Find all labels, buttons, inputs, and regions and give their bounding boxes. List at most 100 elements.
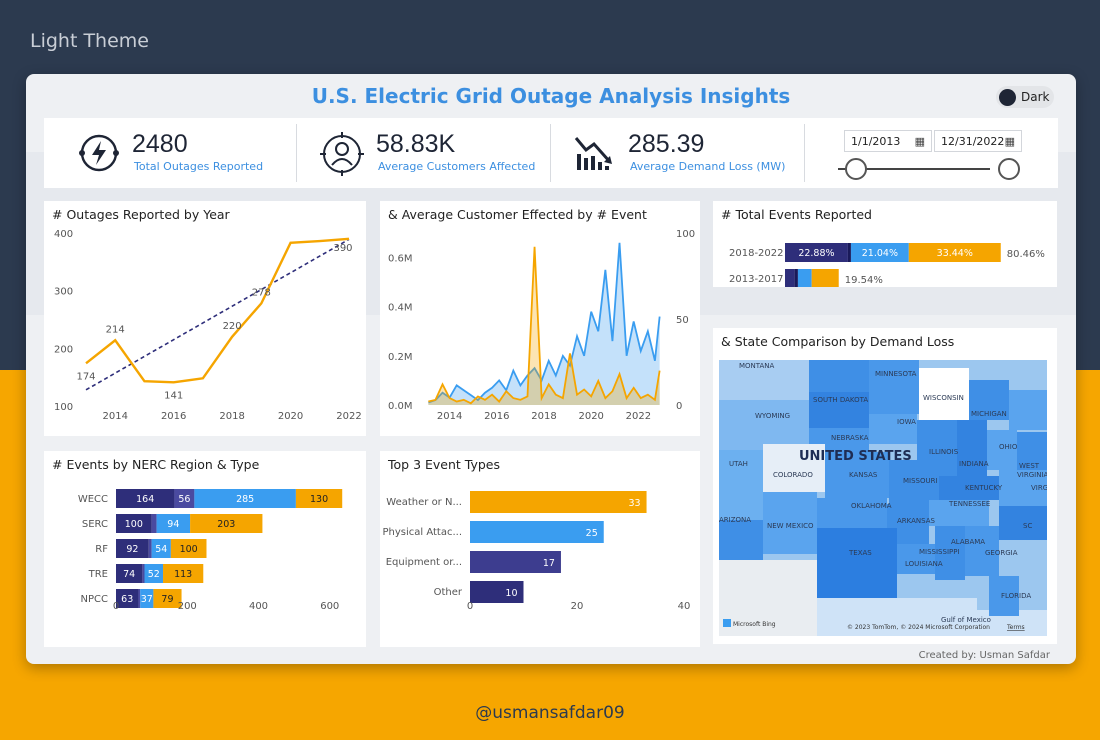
x-tick-label: 2014 — [437, 411, 462, 422]
avg-customer-panel: & Average Customer Effected by # Event 0… — [380, 201, 700, 436]
svg-text:OKLAHOMA: OKLAHOMA — [851, 502, 892, 510]
svg-text:VIRGINIA: VIRGINIA — [1017, 471, 1047, 479]
data-label: 278 — [252, 287, 271, 298]
y-tick-label: 100 — [54, 402, 73, 413]
kpi-value: 285.39 — [628, 130, 705, 158]
data-label: 141 — [164, 390, 183, 401]
x-tick-label: 2022 — [336, 411, 361, 422]
us-map-svg: MONTANA MINNESOTA WISCONSIN MICHIGAN SOU… — [719, 360, 1049, 636]
data-label: 33 — [628, 498, 640, 509]
svg-text:TEXAS: TEXAS — [848, 549, 872, 557]
x-tick-label: 600 — [320, 601, 339, 612]
kpi-value: 2480 — [132, 130, 188, 158]
x-tick-label: 2018 — [219, 411, 244, 422]
bar-segment — [785, 269, 795, 287]
toggle-knob — [999, 88, 1016, 106]
svg-text:OHIO: OHIO — [999, 443, 1018, 451]
segment-label: 203 — [217, 519, 235, 530]
y-tick-label: 300 — [54, 287, 73, 298]
kpi-value: 58.83K — [376, 130, 456, 158]
kpi-label: Average Customers Affected — [378, 160, 536, 173]
calendar-icon[interactable]: ▦ — [915, 135, 925, 148]
x-tick-label: 2022 — [626, 411, 651, 422]
page-title: U.S. Electric Grid Outage Analysis Insig… — [311, 84, 791, 108]
svg-text:KENTUCKY: KENTUCKY — [965, 484, 1003, 492]
state-map-panel: & State Comparison by Demand Loss MONTAN… — [713, 328, 1057, 644]
category-label: Physical Attac... — [382, 527, 462, 538]
svg-text:VIRG: VIRG — [1031, 484, 1047, 492]
data-label: 174 — [76, 371, 95, 382]
total-events-bar-chart: 2018-2022 22.88% 21.04% 33.44% 80.46% 2013-20… — [729, 243, 1045, 287]
svg-text:FLORIDA: FLORIDA — [1001, 592, 1031, 600]
series-line — [85, 237, 350, 384]
segment-label: 22.88% — [798, 248, 834, 259]
date-slider-start-handle[interactable] — [845, 158, 867, 180]
svg-text:COLORADO: COLORADO — [773, 471, 813, 479]
nerc-stacked-bar-chart: WECC 164 56 285 130 SERC 100 94 203 RF 92 54 100 TRE 7… — [78, 489, 343, 612]
segment-label: 74 — [123, 569, 135, 580]
x-tick-label: 0 — [113, 601, 119, 612]
svg-text:IOWA: IOWA — [897, 418, 916, 426]
svg-text:UNITED STATES: UNITED STATES — [799, 449, 912, 464]
svg-text:KANSAS: KANSAS — [849, 471, 878, 479]
x-tick-label: 2014 — [102, 411, 127, 422]
segment-label: 130 — [310, 494, 328, 505]
category-label: NPCC — [81, 594, 108, 605]
segment-label: 92 — [126, 544, 138, 555]
svg-text:LOUISIANA: LOUISIANA — [905, 560, 943, 568]
segment-label: 21.04% — [862, 248, 898, 259]
svg-text:MONTANA: MONTANA — [739, 362, 775, 370]
y-tick-label: 0.6M — [388, 254, 413, 265]
segment-label: 285 — [236, 494, 254, 505]
x-tick-label: 2020 — [578, 411, 603, 422]
data-label: 390 — [333, 243, 352, 254]
category-label: Equipment or... — [386, 557, 462, 568]
total-label: 80.46% — [1007, 249, 1045, 260]
kpi-total-outages: 2480 Total Outages Reported — [78, 118, 308, 188]
segment-label: 79 — [161, 594, 173, 605]
date-slider-end-handle[interactable] — [998, 158, 1020, 180]
outages-by-year-panel: # Outages Reported by Year 100 200 300 400 2… — [44, 201, 366, 436]
segment-label: 33.44% — [937, 248, 973, 259]
bar-segment — [811, 269, 839, 287]
svg-text:Microsoft Bing: Microsoft Bing — [733, 621, 776, 628]
svg-text:INDIANA: INDIANA — [959, 460, 989, 468]
nerc-region-panel: # Events by NERC Region & Type WECC 164 56… — [44, 451, 366, 647]
start-date-input[interactable]: 1/1/2013 ▦ — [844, 130, 932, 152]
theme-toggle[interactable]: Dark — [996, 86, 1054, 108]
category-label: RF — [95, 544, 108, 555]
category-label: 2013-2017 — [729, 274, 784, 285]
y-tick-label: 0.2M — [388, 352, 413, 363]
category-label: TRE — [88, 569, 108, 580]
svg-text:NEW MEXICO: NEW MEXICO — [767, 522, 814, 530]
svg-text:TENNESSEE: TENNESSEE — [948, 500, 990, 508]
data-label: 25 — [586, 528, 598, 539]
us-map[interactable]: MONTANA MINNESOTA WISCONSIN MICHIGAN SOU… — [719, 360, 1049, 636]
bar-segment — [797, 269, 812, 287]
y2-tick-label: 0 — [676, 401, 682, 412]
svg-text:SOUTH DAKOTA: SOUTH DAKOTA — [813, 396, 868, 404]
svg-text:Gulf of Mexico: Gulf of Mexico — [941, 616, 991, 624]
x-tick-label: 400 — [249, 601, 268, 612]
bar-segment — [142, 564, 145, 583]
person-target-icon — [320, 132, 364, 176]
segment-label: 56 — [178, 494, 190, 505]
footer-handle: @usmansafdar09 — [475, 703, 625, 723]
avg-customer-area-chart: 0.0M 0.2M 0.4M 0.6M 0 50 100 2014 2016 2018 2020 20… — [388, 229, 695, 422]
svg-text:ARKANSAS: ARKANSAS — [897, 517, 936, 525]
x-tick-label: 2018 — [531, 411, 556, 422]
trend-line — [85, 238, 350, 391]
category-label: Other — [434, 587, 463, 598]
x-tick-label: 2016 — [484, 411, 509, 422]
data-label: 10 — [505, 588, 517, 599]
y-tick-label: 0.4M — [388, 303, 413, 314]
y2-tick-label: 100 — [676, 229, 695, 240]
top-event-types-panel: Top 3 Event Types Weather or N... 33 Physi… — [380, 451, 700, 647]
calendar-icon[interactable]: ▦ — [1005, 135, 1015, 148]
x-tick-label: 20 — [571, 601, 584, 612]
bar — [470, 521, 604, 543]
total-events-panel: # Total Events Reported 2018-2022 22.88% 2… — [713, 201, 1057, 287]
category-label: SERC — [82, 519, 108, 530]
dashboard-card: U.S. Electric Grid Outage Analysis Insig… — [26, 74, 1076, 664]
end-date-input[interactable]: 12/31/2022 ▦ — [934, 130, 1022, 152]
